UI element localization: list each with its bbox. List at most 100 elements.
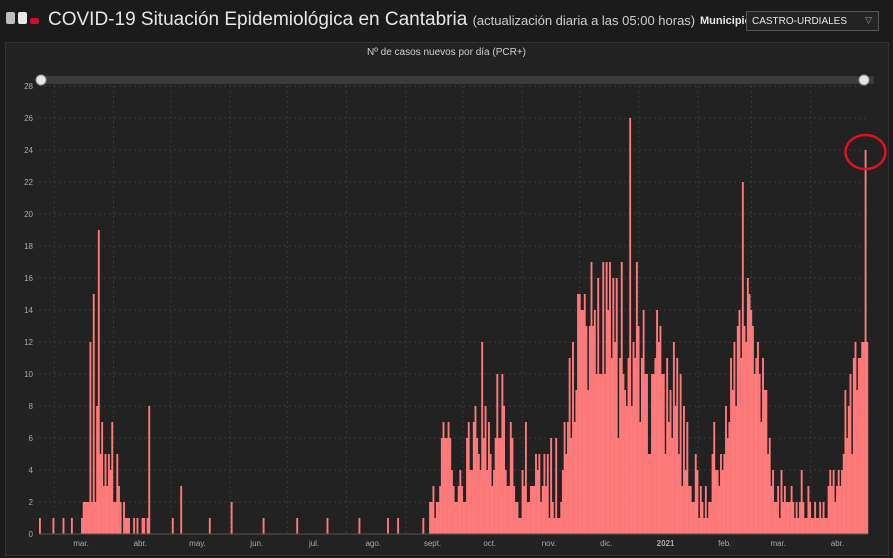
bar [836, 486, 838, 534]
bar [745, 342, 748, 534]
y-tick-label: 20 [24, 210, 33, 219]
bar [600, 374, 603, 534]
bar [856, 390, 859, 534]
bar [822, 502, 825, 534]
bar [457, 486, 460, 534]
bar [171, 518, 174, 534]
bar [706, 518, 709, 534]
bar [817, 518, 820, 534]
bar [852, 358, 855, 534]
bar [731, 390, 734, 534]
bar [723, 454, 726, 534]
bar [652, 374, 655, 534]
bar [575, 390, 578, 534]
bar [772, 470, 775, 534]
x-tick-label: jul. [308, 539, 319, 548]
range-slider-track [39, 76, 874, 84]
bar [491, 486, 494, 534]
bar [679, 374, 682, 534]
bar [765, 390, 768, 534]
y-tick-label: 28 [24, 82, 33, 91]
bar [812, 518, 815, 534]
bar [111, 422, 114, 534]
bar [230, 502, 233, 534]
y-tick-label: 26 [24, 114, 33, 123]
bar [124, 518, 127, 534]
bar [538, 454, 541, 534]
bar [773, 502, 776, 534]
x-tick-label: ago. [365, 539, 381, 548]
bar [661, 374, 664, 534]
bar [738, 310, 741, 534]
range-slider-left-handle[interactable] [35, 74, 47, 86]
bar [62, 518, 65, 534]
bar [523, 486, 526, 534]
bar [208, 518, 211, 534]
bar [861, 342, 864, 534]
y-tick-label: 14 [24, 306, 33, 315]
bar [615, 278, 618, 534]
x-tick-label: feb. [718, 539, 731, 548]
bar [550, 438, 553, 534]
bar [644, 374, 647, 534]
bar [459, 470, 462, 534]
bar [498, 438, 500, 534]
bar [87, 502, 90, 534]
bar [664, 454, 667, 534]
y-tick-label: 8 [29, 402, 34, 411]
bar [651, 374, 653, 534]
bar [70, 518, 73, 534]
bar [86, 502, 88, 534]
bar [755, 358, 758, 534]
bar [461, 486, 463, 534]
bar [757, 342, 759, 534]
bar [123, 502, 125, 534]
bar [814, 502, 817, 534]
bar [857, 358, 860, 534]
bar [741, 182, 744, 534]
bar [573, 422, 576, 534]
bar [780, 470, 783, 534]
bar [533, 486, 536, 534]
bar [597, 278, 600, 534]
bar [640, 358, 643, 534]
bar [612, 278, 615, 534]
bar [656, 310, 659, 534]
bar [464, 502, 467, 534]
bar [720, 454, 722, 534]
bar [467, 422, 470, 534]
bar [180, 486, 183, 534]
bar [795, 502, 798, 534]
bar [476, 438, 479, 534]
bar [701, 502, 704, 534]
bar [674, 406, 677, 534]
bar [785, 502, 788, 534]
bar [684, 470, 687, 534]
bar [454, 502, 457, 534]
bar [570, 438, 573, 534]
range-slider-right-handle[interactable] [858, 74, 870, 86]
bar [84, 502, 87, 534]
bar [91, 502, 94, 534]
bar [783, 486, 786, 534]
bar [116, 454, 119, 534]
bar [859, 358, 862, 534]
bar [439, 486, 442, 534]
bar [462, 502, 465, 534]
bar [603, 374, 606, 534]
bar [802, 502, 805, 534]
y-tick-label: 2 [29, 498, 34, 507]
bar [442, 422, 445, 534]
bar [503, 406, 505, 534]
bar [627, 358, 630, 534]
bar [669, 390, 672, 534]
bar [516, 502, 519, 534]
bar [595, 374, 598, 534]
bar [733, 342, 736, 534]
bar [577, 294, 579, 534]
bar [620, 262, 623, 534]
bar [713, 422, 716, 534]
bar [452, 486, 455, 534]
bar [725, 406, 727, 534]
bar [800, 470, 803, 534]
